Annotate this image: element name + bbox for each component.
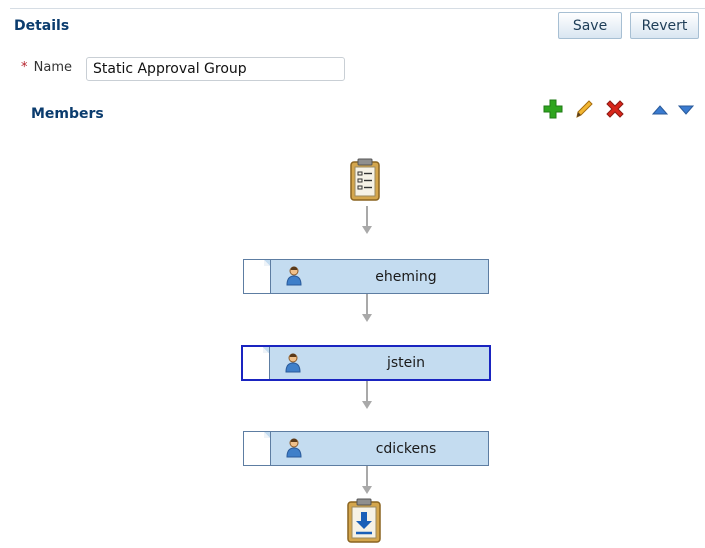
- member-node-selected[interactable]: jstein: [241, 345, 491, 381]
- member-node[interactable]: cdickens: [243, 431, 489, 466]
- flow-arrow: [362, 381, 372, 409]
- name-label: Name: [33, 60, 72, 75]
- node-tab: [244, 260, 271, 293]
- node-tab: [244, 432, 271, 465]
- add-icon[interactable]: [542, 98, 564, 120]
- member-username: cdickens: [375, 440, 437, 457]
- end-clipboard-icon: [347, 498, 381, 543]
- required-marker: *: [21, 60, 28, 75]
- name-label-row: * Name: [21, 60, 72, 75]
- details-title: Details: [14, 18, 70, 34]
- edit-icon[interactable]: [573, 98, 595, 120]
- node-tab: [243, 347, 270, 379]
- member-username: jstein: [386, 355, 426, 371]
- flow-arrow: [362, 206, 372, 234]
- flow-arrow: [362, 466, 372, 494]
- move-up-icon[interactable]: [652, 103, 668, 117]
- delete-icon[interactable]: [604, 98, 626, 120]
- save-button[interactable]: Save: [558, 12, 622, 39]
- member-username: eheming: [375, 268, 437, 285]
- move-down-icon[interactable]: [678, 103, 694, 117]
- revert-button[interactable]: Revert: [630, 12, 699, 39]
- header-divider: [10, 8, 705, 9]
- members-heading: Members: [31, 106, 104, 122]
- member-node[interactable]: eheming: [243, 259, 489, 294]
- name-input[interactable]: Static Approval Group: [86, 57, 345, 81]
- flow-arrow: [362, 294, 372, 322]
- start-clipboard-icon: [350, 158, 380, 201]
